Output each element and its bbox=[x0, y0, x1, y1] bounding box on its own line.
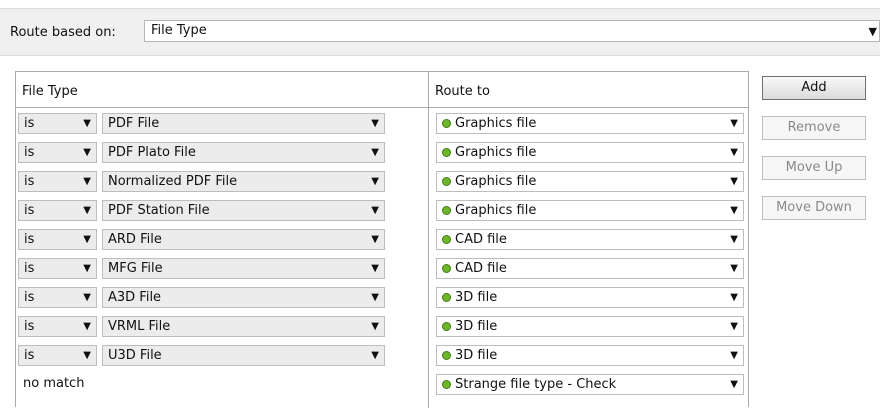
operator-select[interactable]: is ▼ bbox=[18, 171, 97, 192]
status-dot-icon bbox=[442, 293, 451, 302]
route-to-select[interactable]: CAD file ▼ bbox=[436, 258, 744, 279]
route-to-select[interactable]: Graphics file ▼ bbox=[436, 113, 744, 134]
route-based-on-bar: Route based on: File Type ▼ bbox=[0, 8, 880, 56]
chevron-down-icon: ▼ bbox=[371, 176, 379, 187]
chevron-down-icon: ▼ bbox=[371, 321, 379, 332]
operator-select[interactable]: is ▼ bbox=[18, 200, 97, 221]
operator-select[interactable]: is ▼ bbox=[18, 345, 97, 366]
table-row-no-match: no match Strange file type - Check ▼ bbox=[16, 370, 748, 399]
status-dot-icon bbox=[442, 119, 451, 128]
table-row: is ▼ ARD File ▼ CAD file ▼ bbox=[16, 225, 748, 254]
route-to-select[interactable]: 3D file ▼ bbox=[436, 316, 744, 337]
status-dot-icon bbox=[442, 235, 451, 244]
chevron-down-icon: ▼ bbox=[83, 234, 91, 245]
status-dot-icon bbox=[442, 351, 451, 360]
chevron-down-icon: ▼ bbox=[371, 118, 379, 129]
add-button[interactable]: Add bbox=[762, 76, 866, 100]
chevron-down-icon: ▼ bbox=[83, 118, 91, 129]
chevron-down-icon: ▼ bbox=[83, 350, 91, 361]
table-row: is ▼ A3D File ▼ 3D file ▼ bbox=[16, 283, 748, 312]
file-type-select[interactable]: A3D File ▼ bbox=[102, 287, 385, 308]
move-down-button[interactable]: Move Down bbox=[762, 196, 866, 220]
chevron-down-icon: ▼ bbox=[371, 292, 379, 303]
chevron-down-icon: ▼ bbox=[730, 176, 738, 187]
route-to-select[interactable]: Graphics file ▼ bbox=[436, 200, 744, 221]
move-up-button[interactable]: Move Up bbox=[762, 156, 866, 180]
file-type-select[interactable]: PDF Plato File ▼ bbox=[102, 142, 385, 163]
operator-select[interactable]: is ▼ bbox=[18, 316, 97, 337]
chevron-down-icon: ▼ bbox=[83, 292, 91, 303]
file-type-select[interactable]: VRML File ▼ bbox=[102, 316, 385, 337]
chevron-down-icon: ▼ bbox=[83, 176, 91, 187]
operator-select[interactable]: is ▼ bbox=[18, 287, 97, 308]
remove-button[interactable]: Remove bbox=[762, 116, 866, 140]
table-row: is ▼ MFG File ▼ CAD file ▼ bbox=[16, 254, 748, 283]
operator-select[interactable]: is ▼ bbox=[18, 142, 97, 163]
status-dot-icon bbox=[442, 177, 451, 186]
no-match-label: no match bbox=[23, 376, 85, 391]
route-to-select[interactable]: CAD file ▼ bbox=[436, 229, 744, 250]
route-to-select[interactable]: 3D file ▼ bbox=[436, 345, 744, 366]
chevron-down-icon: ▼ bbox=[730, 118, 738, 129]
table-row: is ▼ PDF File ▼ Graphics file ▼ bbox=[16, 109, 748, 138]
chevron-down-icon: ▼ bbox=[83, 205, 91, 216]
chevron-down-icon: ▼ bbox=[371, 234, 379, 245]
table-row: is ▼ U3D File ▼ 3D file ▼ bbox=[16, 341, 748, 370]
chevron-down-icon: ▼ bbox=[83, 147, 91, 158]
route-to-select[interactable]: Graphics file ▼ bbox=[436, 171, 744, 192]
chevron-down-icon: ▼ bbox=[730, 147, 738, 158]
operator-select[interactable]: is ▼ bbox=[18, 258, 97, 279]
table-row: is ▼ PDF Plato File ▼ Graphics file ▼ bbox=[16, 138, 748, 167]
file-type-select[interactable]: Normalized PDF File ▼ bbox=[102, 171, 385, 192]
table-row: is ▼ VRML File ▼ 3D file ▼ bbox=[16, 312, 748, 341]
table-row: is ▼ Normalized PDF File ▼ Graphics file ▼ bbox=[16, 167, 748, 196]
chevron-down-icon: ▼ bbox=[730, 205, 738, 216]
route-to-select[interactable]: Graphics file ▼ bbox=[436, 142, 744, 163]
chevron-down-icon: ▼ bbox=[730, 263, 738, 274]
chevron-down-icon: ▼ bbox=[730, 234, 738, 245]
chevron-down-icon: ▼ bbox=[83, 263, 91, 274]
chevron-down-icon: ▼ bbox=[730, 292, 738, 303]
route-based-on-value: File Type bbox=[151, 23, 207, 38]
file-type-select[interactable]: MFG File ▼ bbox=[102, 258, 385, 279]
routing-table: File Type Route to is ▼ PDF File ▼ Graphic… bbox=[15, 71, 749, 408]
route-based-on-label: Route based on: bbox=[10, 25, 116, 40]
route-to-select[interactable]: 3D file ▼ bbox=[436, 287, 744, 308]
route-to-select[interactable]: Strange file type - Check ▼ bbox=[436, 374, 744, 395]
file-type-select[interactable]: ARD File ▼ bbox=[102, 229, 385, 250]
route-based-on-select[interactable]: File Type ▼ bbox=[144, 20, 880, 42]
chevron-down-icon: ▼ bbox=[371, 350, 379, 361]
chevron-down-icon: ▼ bbox=[730, 350, 738, 361]
column-header-route-to[interactable]: Route to bbox=[429, 72, 748, 108]
status-dot-icon bbox=[442, 264, 451, 273]
file-type-select[interactable]: PDF File ▼ bbox=[102, 113, 385, 134]
status-dot-icon bbox=[442, 148, 451, 157]
operator-select[interactable]: is ▼ bbox=[18, 229, 97, 250]
chevron-down-icon: ▼ bbox=[868, 25, 877, 38]
chevron-down-icon: ▼ bbox=[371, 263, 379, 274]
chevron-down-icon: ▼ bbox=[730, 379, 738, 390]
chevron-down-icon: ▼ bbox=[371, 147, 379, 158]
operator-select[interactable]: is ▼ bbox=[18, 113, 97, 134]
file-type-select[interactable]: U3D File ▼ bbox=[102, 345, 385, 366]
column-header-file-type[interactable]: File Type bbox=[16, 72, 429, 108]
status-dot-icon bbox=[442, 206, 451, 215]
chevron-down-icon: ▼ bbox=[83, 321, 91, 332]
file-type-select[interactable]: PDF Station File ▼ bbox=[102, 200, 385, 221]
chevron-down-icon: ▼ bbox=[730, 321, 738, 332]
table-row: is ▼ PDF Station File ▼ Graphics file ▼ bbox=[16, 196, 748, 225]
status-dot-icon bbox=[442, 380, 451, 389]
chevron-down-icon: ▼ bbox=[371, 205, 379, 216]
status-dot-icon bbox=[442, 322, 451, 331]
